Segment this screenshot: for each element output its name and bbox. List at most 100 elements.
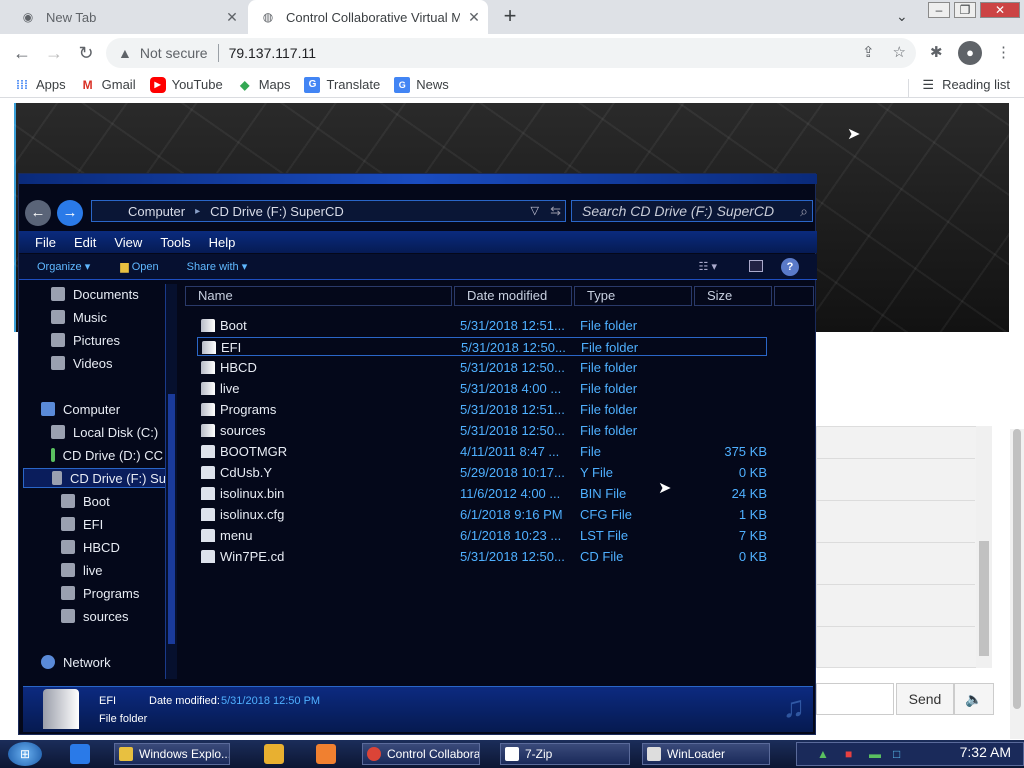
file-row[interactable]: BOOTMGR 4/11/2011 8:47 ... File 375 KB — [197, 442, 767, 461]
nav-folder-programs[interactable]: Programs — [61, 583, 139, 603]
menu-view[interactable]: View — [114, 235, 142, 250]
network-tray-icon[interactable]: ▲ — [817, 747, 829, 761]
organize-button[interactable]: Organize ▾ — [37, 260, 90, 273]
breadcrumb-computer[interactable]: Computer — [128, 204, 185, 219]
file-row[interactable]: isolinux.cfg 6/1/2018 9:16 PM CFG File 1 KB — [197, 505, 767, 524]
chevron-down-icon[interactable]: ▽ — [531, 204, 539, 217]
nav-network[interactable]: Network — [41, 652, 111, 672]
nav-cd-drive-d[interactable]: CD Drive (D:) CC — [51, 445, 163, 465]
nav-folder-boot[interactable]: Boot — [61, 491, 110, 511]
tab-control-collaborative[interactable]: ◍ Control Collaborative Virtual Ma ✕ — [248, 0, 488, 34]
share-icon[interactable]: ⇪ — [862, 43, 875, 61]
file-row[interactable]: Programs 5/31/2018 12:51... File folder — [197, 400, 767, 419]
view-options-icon[interactable]: ☷ ▾ — [699, 260, 717, 273]
chat-input[interactable] — [816, 683, 894, 715]
nav-local-disk-c[interactable]: Local Disk (C:) — [51, 422, 158, 442]
start-button[interactable]: ⊞ — [8, 742, 42, 766]
open-button[interactable]: ▆ Open — [120, 260, 158, 273]
menu-tools[interactable]: Tools — [160, 235, 190, 250]
file-row[interactable]: Win7PE.cd 5/31/2018 12:50... CD File 0 KB — [197, 547, 767, 566]
column-extra[interactable] — [774, 286, 814, 306]
bookmark-maps[interactable]: ◆ Maps — [237, 77, 290, 93]
preview-pane-icon[interactable] — [749, 260, 763, 272]
scroll-thumb[interactable] — [1013, 429, 1021, 709]
bookmark-news[interactable]: G News — [394, 76, 449, 93]
speaker-icon[interactable]: 🔈 — [954, 683, 994, 715]
bookmark-translate[interactable]: G Translate — [304, 76, 380, 93]
nav-folder-sources[interactable]: sources — [61, 606, 129, 626]
explorer-search-input[interactable]: Search CD Drive (F:) SuperCD ⌕ — [571, 200, 813, 222]
internet-explorer-icon[interactable] — [70, 744, 90, 764]
column-name[interactable]: Name — [185, 286, 452, 306]
bookmark-youtube[interactable]: ▶ YouTube — [149, 76, 223, 93]
share-with-button[interactable]: Share with ▾ — [187, 260, 248, 273]
file-row[interactable]: isolinux.bin 11/6/2012 4:00 ... BIN File 24… — [197, 484, 767, 503]
reading-list-button[interactable]: ☰ Reading list — [908, 77, 1010, 97]
nav-music[interactable]: Music — [51, 307, 107, 327]
file-row[interactable]: HBCD 5/31/2018 12:50... File folder — [197, 358, 767, 377]
nav-computer[interactable]: Computer — [41, 399, 120, 419]
menu-file[interactable]: File — [35, 235, 56, 250]
security-tray-icon[interactable]: ■ — [845, 747, 852, 761]
file-row[interactable]: Boot 5/31/2018 12:51... File folder — [197, 316, 767, 335]
file-row[interactable]: sources 5/31/2018 12:50... File folder — [197, 421, 767, 440]
nav-cd-drive-f[interactable]: CD Drive (F:) Su — [23, 468, 167, 488]
reload-icon[interactable]: ↻ — [74, 42, 98, 64]
taskbar-windows-explorer[interactable]: Windows Explo... — [114, 743, 230, 765]
scroll-thumb[interactable] — [979, 541, 989, 656]
search-icon[interactable]: ⌕ — [800, 201, 808, 221]
address-bar[interactable]: ▲ Not secure 79.137.117.11 ⇪ ☆ — [106, 38, 916, 68]
menu-edit[interactable]: Edit — [74, 235, 96, 250]
display-tray-icon[interactable]: □ — [893, 747, 900, 761]
bookmark-star-icon[interactable]: ☆ — [893, 43, 906, 61]
app-icon[interactable] — [316, 744, 336, 764]
tab-new-tab[interactable]: ◉ New Tab ✕ — [8, 0, 246, 34]
tab-search-icon[interactable]: ⌄ — [896, 8, 908, 25]
taskbar-winloader[interactable]: WinLoader — [642, 743, 770, 765]
explorer-address-bar[interactable]: Computer ▸ CD Drive (F:) SuperCD ▽ ⇆ — [91, 200, 566, 222]
file-row[interactable]: EFI 5/31/2018 12:50... File folder — [197, 337, 767, 356]
maximize-button[interactable]: ❐ — [954, 2, 976, 18]
forward-icon[interactable]: → — [42, 42, 66, 64]
scroll-thumb[interactable] — [168, 394, 175, 644]
page-scrollbar[interactable] — [1010, 429, 1024, 739]
nav-pictures[interactable]: Pictures — [51, 330, 120, 350]
new-tab-button[interactable]: + — [498, 5, 522, 29]
close-tab-icon[interactable]: ✕ — [218, 9, 246, 26]
bookmark-apps[interactable]: ⁞⁞⁞ Apps — [14, 77, 66, 93]
close-window-button[interactable]: ✕ — [980, 2, 1020, 18]
breadcrumb-location[interactable]: CD Drive (F:) SuperCD — [210, 204, 344, 219]
back-icon[interactable]: ← — [25, 200, 51, 226]
refresh-icon[interactable]: ⇆ — [550, 203, 561, 219]
column-date-modified[interactable]: Date modified — [454, 286, 572, 306]
nav-documents[interactable]: Documents — [51, 284, 139, 304]
file-row[interactable]: menu 6/1/2018 10:23 ... LST File 7 KB — [197, 526, 767, 545]
profile-avatar[interactable]: ● — [958, 41, 982, 65]
column-size[interactable]: Size — [694, 286, 772, 306]
chat-scrollbar[interactable] — [976, 426, 992, 668]
nav-folder-hbcd[interactable]: HBCD — [61, 537, 120, 557]
minimize-button[interactable]: – — [928, 2, 950, 18]
nav-folder-live[interactable]: live — [61, 560, 103, 580]
taskbar-control-collaborative[interactable]: Control Collabora... — [362, 743, 480, 765]
nav-videos[interactable]: Videos — [51, 353, 113, 373]
media-player-icon[interactable] — [264, 744, 284, 764]
file-date: 5/31/2018 12:51... — [460, 402, 565, 417]
back-icon[interactable]: ← — [10, 42, 34, 64]
menu-help[interactable]: Help — [209, 235, 236, 250]
menu-icon[interactable]: ⋮ — [996, 43, 1011, 61]
taskbar-7zip[interactable]: 7-Zip — [500, 743, 630, 765]
column-type[interactable]: Type — [574, 286, 692, 306]
nav-scrollbar[interactable] — [165, 284, 177, 679]
clock[interactable]: 7:32 AM — [960, 744, 1011, 760]
send-button[interactable]: Send — [896, 683, 954, 715]
help-icon[interactable]: ? — [781, 258, 799, 276]
close-tab-icon[interactable]: ✕ — [460, 9, 488, 26]
file-row[interactable]: CdUsb.Y 5/29/2018 10:17... Y File 0 KB — [197, 463, 767, 482]
nav-folder-efi[interactable]: EFI — [61, 514, 103, 534]
forward-icon[interactable]: → — [57, 200, 83, 226]
bookmark-gmail[interactable]: M Gmail — [80, 77, 136, 93]
file-row[interactable]: live 5/31/2018 4:00 ... File folder — [197, 379, 767, 398]
monitor-tray-icon[interactable]: ▬ — [869, 747, 881, 761]
extensions-icon[interactable]: ✱ — [930, 43, 943, 61]
